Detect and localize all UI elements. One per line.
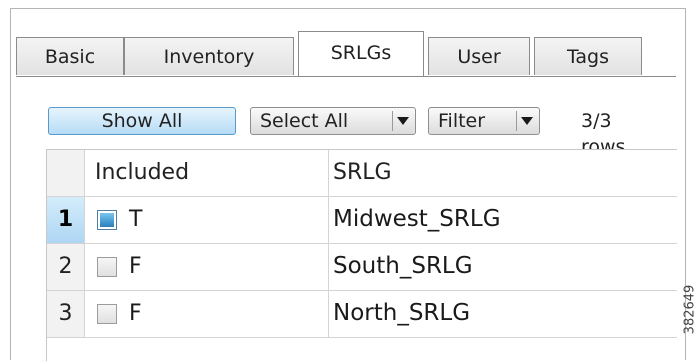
tab-tags[interactable]: Tags	[534, 37, 642, 75]
tab-srlgs[interactable]: SRLGs	[298, 31, 424, 76]
show-all-button[interactable]: Show All	[48, 107, 236, 135]
srlg-cell[interactable]: Midwest_SRLG	[329, 197, 677, 243]
tab-inventory[interactable]: Inventory	[124, 37, 294, 75]
row-number[interactable]: 2	[47, 244, 85, 290]
table-row[interactable]: 2 F South_SRLG	[47, 244, 677, 291]
srlg-cell[interactable]: North_SRLG	[329, 291, 677, 337]
row-number-header	[47, 150, 85, 196]
srlg-value: North_SRLG	[333, 291, 470, 336]
column-header-srlg[interactable]: SRLG	[329, 150, 677, 196]
column-header-label: Included	[95, 150, 189, 195]
included-value: T	[129, 197, 142, 242]
tab-basic[interactable]: Basic	[16, 37, 124, 75]
chevron-down-icon[interactable]	[392, 111, 412, 131]
tab-strip: Basic Inventory SRLGs User Tags	[16, 37, 676, 77]
show-all-label: Show All	[102, 108, 183, 134]
table-row[interactable]: 1 T Midwest_SRLG	[47, 197, 677, 244]
filter-label: Filter	[438, 108, 485, 134]
select-all-dropdown[interactable]: Select All	[250, 107, 416, 135]
tab-divider	[16, 76, 676, 77]
table-header: Included SRLG	[47, 150, 677, 197]
checkbox-icon[interactable]	[97, 304, 117, 324]
table-row[interactable]: 3 F North_SRLG	[47, 291, 677, 338]
column-header-label: SRLG	[333, 150, 392, 195]
included-value: F	[129, 291, 142, 336]
tab-user[interactable]: User	[428, 37, 530, 75]
chevron-down-icon[interactable]	[516, 111, 536, 131]
row-number[interactable]: 3	[47, 291, 85, 337]
figure-id: 382649	[676, 270, 694, 350]
srlg-table: Included SRLG 1 T Midwest_SRLG 2 F South…	[46, 149, 677, 361]
srlg-cell[interactable]: South_SRLG	[329, 244, 677, 290]
srlg-value: Midwest_SRLG	[333, 197, 501, 242]
column-header-included[interactable]: Included	[85, 150, 329, 196]
checkbox-icon[interactable]	[97, 210, 117, 230]
row-number[interactable]: 1	[47, 197, 85, 243]
included-cell[interactable]: T	[85, 197, 329, 243]
filter-dropdown[interactable]: Filter	[428, 107, 540, 135]
checkbox-icon[interactable]	[97, 257, 117, 277]
included-value: F	[129, 244, 142, 289]
included-cell[interactable]: F	[85, 244, 329, 290]
select-all-label: Select All	[260, 108, 348, 134]
figure-id-label: 382649	[683, 270, 695, 350]
included-cell[interactable]: F	[85, 291, 329, 337]
srlg-value: South_SRLG	[333, 244, 473, 289]
